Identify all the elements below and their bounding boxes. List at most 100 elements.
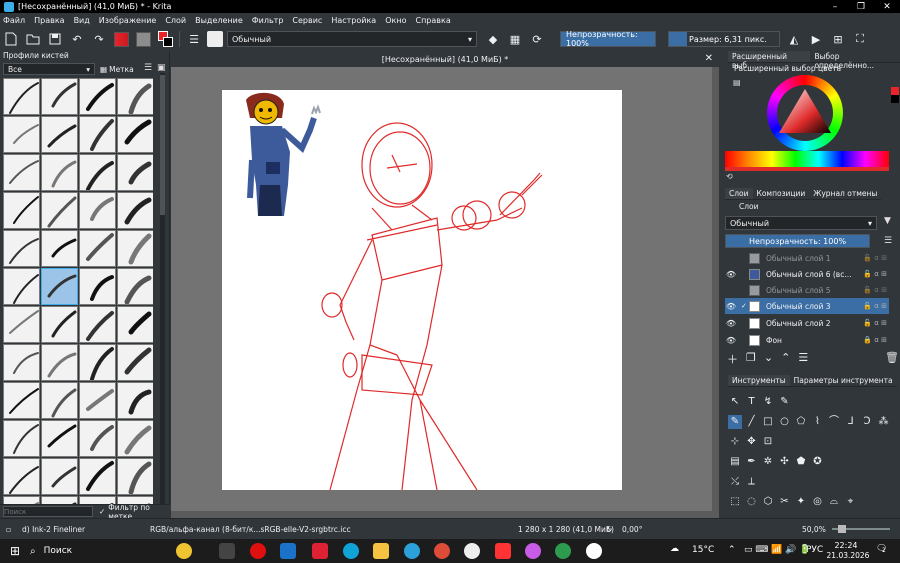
brush-settings-icon[interactable]: ☰: [186, 31, 202, 47]
layer-flags-icons[interactable]: 🔓 α ⊞: [853, 319, 889, 327]
brush-menu-icon[interactable]: ☰: [144, 63, 152, 73]
move-tool-icon[interactable]: ✥: [745, 435, 759, 449]
brush-preset-item[interactable]: [3, 458, 40, 495]
edit-shapes-icon[interactable]: ↯: [761, 395, 775, 409]
brush-preset-item[interactable]: [41, 420, 78, 457]
layer-row[interactable]: 👁 Обычный слой 6 (вс... 🔓 α ⊞: [725, 266, 889, 282]
fullscreen-icon[interactable]: ⛶: [852, 31, 868, 47]
brush-tag-button[interactable]: ▦ Метка: [100, 63, 140, 75]
brush-preset-item[interactable]: [41, 78, 78, 115]
layer-flags-icons[interactable]: 🔓 α ⊞: [853, 270, 889, 278]
canvas-vertical-scrollbar[interactable]: [712, 67, 719, 518]
open-folder-icon[interactable]: [25, 31, 41, 47]
brush-scrollbar[interactable]: [160, 73, 165, 523]
layer-properties-icon[interactable]: ☰: [798, 351, 808, 367]
file-explorer-icon[interactable]: [373, 543, 389, 559]
brush-preset-item[interactable]: [41, 268, 78, 305]
brush-filter-select[interactable]: Все ▾: [3, 63, 95, 75]
polygon-select-icon[interactable]: ⬡: [761, 495, 775, 509]
eye-icon[interactable]: 👁: [725, 319, 737, 328]
reload-preset-icon[interactable]: ⟳: [529, 31, 545, 47]
colorize-mask-icon[interactable]: ✲: [761, 455, 775, 469]
outlook-icon[interactable]: [280, 543, 296, 559]
brush-preset-item[interactable]: [117, 230, 153, 267]
brush-preset-item[interactable]: [117, 458, 153, 495]
brush-preset-item[interactable]: [3, 116, 40, 153]
wrap-around-icon[interactable]: ⊞: [830, 31, 846, 47]
brush-preset-item[interactable]: [79, 306, 116, 343]
contiguous-select-icon[interactable]: ✦: [794, 495, 808, 509]
brush-popout-icon[interactable]: ▣: [157, 63, 166, 73]
color-picker-icon[interactable]: ✒: [745, 455, 759, 469]
layer-row[interactable]: 👁 Фон 🔒 α ⊞: [725, 332, 889, 348]
tray-chevron-icon[interactable]: ⌃: [728, 545, 736, 555]
similar-select-icon[interactable]: ◎: [811, 495, 825, 509]
eraser-icon[interactable]: ◆: [485, 31, 501, 47]
bezier-select-icon[interactable]: ⌓: [827, 495, 841, 509]
mirror-horizontal-icon[interactable]: ◭: [786, 31, 802, 47]
brush-preset-item[interactable]: [117, 306, 153, 343]
tab-specific-color[interactable]: Выбор определённо...: [810, 51, 900, 70]
brush-preset-item[interactable]: [79, 192, 116, 229]
taskbar-search[interactable]: ⌕ Поиск: [30, 541, 150, 561]
brush-preset-item[interactable]: [79, 268, 116, 305]
tab-compositions[interactable]: Композиции: [752, 188, 810, 200]
document-tab[interactable]: [Несохранённый] (41,0 МиБ) * ✕: [171, 51, 719, 67]
calligraphy-icon[interactable]: ✎: [778, 395, 792, 409]
menu-image[interactable]: Изображение: [99, 16, 157, 25]
mirror-vertical-icon[interactable]: ▶: [808, 31, 824, 47]
brush-preset-item[interactable]: [41, 344, 78, 381]
weather-temp[interactable]: 15°C: [692, 545, 714, 555]
gradient-tool-icon[interactable]: ▤: [728, 455, 742, 469]
status-brush-name[interactable]: d) Ink-2 Fineliner: [22, 525, 85, 534]
brush-preset-item[interactable]: [41, 306, 78, 343]
color-wheel[interactable]: [767, 75, 843, 151]
polyline-tool-icon[interactable]: ⌇: [811, 415, 825, 429]
brush-preset-item[interactable]: [3, 306, 40, 343]
brush-preset-item[interactable]: [41, 154, 78, 191]
menu-file[interactable]: Файл: [3, 16, 25, 25]
canvas-horizontal-scrollbar[interactable]: [171, 511, 719, 518]
crop-tool-icon[interactable]: ⊡: [761, 435, 775, 449]
color-settings-icon[interactable]: ▤: [733, 78, 741, 87]
menu-select[interactable]: Выделение: [195, 16, 243, 25]
brush-preset-item[interactable]: [79, 230, 116, 267]
transform-tool-icon[interactable]: ⊹: [728, 435, 742, 449]
brush-preset-item[interactable]: [79, 420, 116, 457]
minimize-button[interactable]: –: [822, 2, 848, 12]
fg-bg-color-icon[interactable]: [157, 31, 173, 47]
maximize-button[interactable]: ❐: [848, 2, 874, 12]
menu-tools[interactable]: Сервис: [292, 16, 322, 25]
brush-preset-item[interactable]: [41, 116, 78, 153]
yandex-icon[interactable]: [495, 543, 511, 559]
brush-preset-item[interactable]: [79, 458, 116, 495]
zoom-slider[interactable]: [832, 525, 890, 533]
brush-preset-item[interactable]: [41, 192, 78, 229]
tab-undo-history[interactable]: Журнал отмены: [809, 188, 882, 200]
brush-preset-item[interactable]: [3, 154, 40, 191]
brush-preset-item[interactable]: [117, 116, 153, 153]
blend-mode-select[interactable]: Обычный ▾: [227, 31, 477, 47]
brush-preset-item[interactable]: [117, 154, 153, 191]
brush-preset-item[interactable]: [3, 192, 40, 229]
opera-icon[interactable]: [250, 543, 266, 559]
duplicate-layer-icon[interactable]: ❐: [746, 351, 756, 367]
assistant-tool-icon[interactable]: ⤯: [728, 475, 742, 489]
opacity-slider[interactable]: Непрозрачность: 100%: [560, 30, 656, 48]
store-icon[interactable]: [312, 543, 328, 559]
menu-layer[interactable]: Слой: [165, 16, 186, 25]
brush-preset-item[interactable]: [79, 154, 116, 191]
tray-icons[interactable]: ▭ ⌨ 📶 🔊 🔋: [744, 545, 811, 555]
tab-advanced-color[interactable]: Расширенный выб...: [728, 51, 811, 70]
undo-icon[interactable]: ↶: [69, 31, 85, 47]
new-document-icon[interactable]: [3, 31, 19, 47]
tab-layers[interactable]: Слои: [725, 188, 753, 200]
krita-taskbar-icon[interactable]: [525, 543, 541, 559]
cortana-icon[interactable]: [464, 543, 480, 559]
brush-preset-item[interactable]: [117, 344, 153, 381]
brush-preset-item[interactable]: [117, 78, 153, 115]
add-layer-icon[interactable]: ＋: [727, 351, 738, 367]
delete-layer-icon[interactable]: 🗑: [885, 351, 899, 364]
layer-opacity-slider[interactable]: Непрозрачность: 100%: [725, 234, 870, 248]
ellipse-select-icon[interactable]: ◌: [745, 495, 759, 509]
